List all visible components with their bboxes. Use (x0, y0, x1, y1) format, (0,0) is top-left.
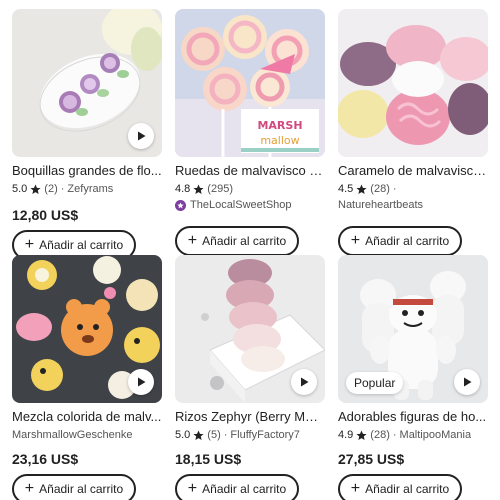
add-to-cart-button[interactable]: + Añadir al carrito (338, 226, 462, 256)
product-image[interactable] (175, 255, 325, 403)
rating-value: 4.5 (338, 183, 354, 195)
product-title[interactable]: Ruedas de malvavisco - ... (175, 163, 325, 179)
star-icon (193, 184, 204, 194)
separator: · (392, 183, 397, 195)
product-image[interactable]: MARSH mallow (175, 9, 325, 157)
product-title[interactable]: Adorables figuras de ho... (338, 409, 488, 425)
star-icon (356, 184, 367, 194)
play-icon (464, 377, 472, 387)
play-video-button[interactable] (128, 123, 154, 149)
add-to-cart-button[interactable]: + Añadir al carrito (12, 474, 136, 500)
add-to-cart-label: Añadir al carrito (202, 234, 287, 248)
rating-value: 5.0 (12, 183, 28, 195)
plus-icon: + (24, 480, 35, 497)
plus-icon: + (24, 236, 35, 253)
play-video-button[interactable] (291, 369, 317, 395)
product-price: 18,15 US$ (175, 451, 242, 467)
product-image[interactable]: Popular (338, 255, 488, 403)
seller-row: TheLocalSweetShop (175, 198, 325, 212)
seller-name[interactable]: MaltipooMania (400, 428, 472, 442)
product-image[interactable] (12, 9, 162, 157)
product-title[interactable]: Mezcla colorida de malv... (12, 409, 162, 425)
product-image[interactable] (338, 9, 488, 157)
plus-icon: + (350, 232, 361, 249)
add-to-cart-button[interactable]: + Añadir al carrito (175, 474, 299, 500)
review-count: (2) (44, 183, 58, 195)
product-image[interactable] (12, 255, 162, 403)
seller-name[interactable]: Natureheartbeats (338, 198, 423, 212)
review-count: (5) (207, 429, 221, 441)
rating-value: 4.8 (175, 183, 191, 195)
seller-name[interactable]: FluffyFactory7 (230, 428, 300, 442)
review-count: (28) (370, 429, 390, 441)
product-meta: 4.9 (28) · MaltipooMania (338, 428, 488, 442)
rating-value: 5.0 (175, 429, 191, 441)
product-price: 12,80 US$ (12, 207, 79, 223)
product-card[interactable]: Mezcla colorida de malv... MarshmallowGe… (12, 255, 162, 500)
play-icon (301, 377, 309, 387)
separator: · (60, 183, 65, 195)
add-to-cart-button[interactable]: + Añadir al carrito (175, 226, 299, 256)
product-meta: 5.0 (5) · FluffyFactory7 (175, 428, 325, 442)
marshmallow-candy-image (338, 9, 488, 157)
star-icon (356, 430, 367, 440)
seller-row: Natureheartbeats (338, 198, 488, 212)
star-icon (30, 184, 41, 194)
product-card[interactable]: Boquillas grandes de flo... 5.0 (2) · Ze… (12, 9, 162, 260)
product-card[interactable]: Caramelo de malvavisco... 4.5 (28) · Nat… (338, 9, 488, 256)
product-card[interactable]: Popular Adorables figuras de ho... 4.9 (… (338, 255, 488, 500)
product-meta: 5.0 (2) · Zefyrams (12, 182, 162, 196)
review-count: (28) (370, 183, 390, 195)
product-title[interactable]: Rizos Zephyr (Berry Mars... (175, 409, 325, 425)
product-card[interactable]: Rizos Zephyr (Berry Mars... 5.0 (5) · Fl… (175, 255, 325, 500)
separator: · (392, 429, 397, 441)
product-price: 23,16 US$ (12, 451, 79, 467)
add-to-cart-button[interactable]: + Añadir al carrito (338, 474, 462, 500)
seller-name[interactable]: TheLocalSweetShop (190, 198, 292, 212)
product-meta: MarshmallowGeschenke (12, 428, 162, 442)
marshmallow-wheels-image: MARSH mallow (175, 9, 325, 157)
product-meta: 4.8 (295) (175, 182, 325, 196)
separator: · (223, 429, 228, 441)
add-to-cart-label: Añadir al carrito (39, 482, 124, 496)
add-to-cart-label: Añadir al carrito (365, 482, 450, 496)
star-icon (193, 430, 204, 440)
product-title[interactable]: Boquillas grandes de flo... (12, 163, 162, 179)
play-video-button[interactable] (128, 369, 154, 395)
image-text-mallow: mallow (260, 134, 299, 147)
star-seller-icon (175, 199, 186, 211)
seller-name[interactable]: MarshmallowGeschenke (12, 428, 132, 442)
plus-icon: + (187, 232, 198, 249)
play-icon (138, 377, 146, 387)
product-card[interactable]: MARSH mallow Ruedas de malvavisco - ... … (175, 9, 325, 256)
seller-name[interactable]: Zefyrams (67, 182, 113, 196)
play-video-button[interactable] (454, 369, 480, 395)
plus-icon: + (187, 480, 198, 497)
product-title[interactable]: Caramelo de malvavisco... (338, 163, 488, 179)
review-count: (295) (207, 183, 233, 195)
image-text-marsh: MARSH (257, 119, 302, 132)
add-to-cart-label: Añadir al carrito (202, 482, 287, 496)
add-to-cart-label: Añadir al carrito (39, 238, 124, 252)
play-icon (138, 131, 146, 141)
product-price: 27,85 US$ (338, 451, 405, 467)
add-to-cart-label: Añadir al carrito (365, 234, 450, 248)
popular-badge: Popular (346, 372, 404, 394)
product-meta: 4.5 (28) · (338, 182, 488, 196)
rating-value: 4.9 (338, 429, 354, 441)
plus-icon: + (350, 480, 361, 497)
